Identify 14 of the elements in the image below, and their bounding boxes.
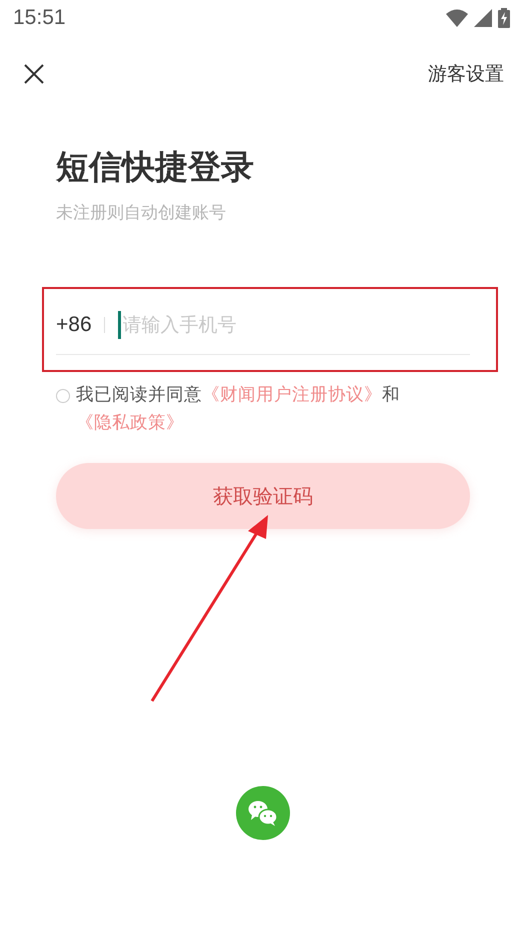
page-title: 短信快捷登录 (56, 146, 255, 188)
wifi-icon (446, 9, 468, 27)
status-time: 15:51 (13, 6, 66, 30)
subtitle-text: 未注册则自动创建账号 (56, 202, 227, 225)
agreement-link[interactable]: 《隐私政策》 (76, 413, 184, 433)
chat-bubbles-icon[interactable] (236, 786, 290, 840)
signal-icon (474, 9, 492, 27)
close-button[interactable] (24, 64, 44, 84)
battery-icon (498, 8, 510, 28)
guest-settings-button[interactable]: 游客设置 (428, 61, 504, 87)
agreement-link[interactable]: 《财闻用户注册协议》 (202, 385, 382, 405)
agreement-checkbox[interactable] (56, 389, 70, 403)
country-code[interactable]: +86 (56, 312, 92, 336)
agreement-text: 我已阅读并同意《财闻用户注册协议》和 《隐私政策》 (76, 384, 401, 435)
